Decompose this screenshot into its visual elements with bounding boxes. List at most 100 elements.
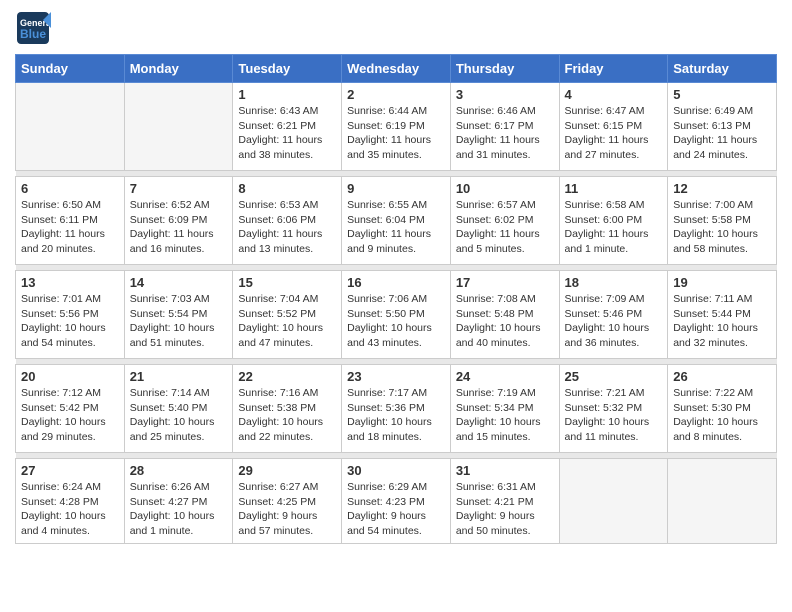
cell-info: Sunrise: 6:57 AM Sunset: 6:02 PM Dayligh… (456, 198, 554, 257)
cell-info: Sunrise: 7:00 AM Sunset: 5:58 PM Dayligh… (673, 198, 771, 257)
calendar-cell: 18 Sunrise: 7:09 AM Sunset: 5:46 PM Dayli… (559, 271, 668, 359)
cell-info: Sunrise: 7:12 AM Sunset: 5:42 PM Dayligh… (21, 386, 119, 445)
cell-info: Sunrise: 7:22 AM Sunset: 5:30 PM Dayligh… (673, 386, 771, 445)
calendar-cell: 3 Sunrise: 6:46 AM Sunset: 6:17 PM Daylig… (450, 83, 559, 171)
cell-info: Sunrise: 6:53 AM Sunset: 6:06 PM Dayligh… (238, 198, 336, 257)
cell-date: 2 (347, 87, 445, 102)
calendar-cell: 16 Sunrise: 7:06 AM Sunset: 5:50 PM Dayli… (342, 271, 451, 359)
cell-info: Sunrise: 7:08 AM Sunset: 5:48 PM Dayligh… (456, 292, 554, 351)
cell-date: 7 (130, 181, 228, 196)
cell-info: Sunrise: 7:17 AM Sunset: 5:36 PM Dayligh… (347, 386, 445, 445)
cell-date: 4 (565, 87, 663, 102)
cell-date: 9 (347, 181, 445, 196)
cell-date: 28 (130, 463, 228, 478)
cell-info: Sunrise: 6:46 AM Sunset: 6:17 PM Dayligh… (456, 104, 554, 163)
cell-date: 8 (238, 181, 336, 196)
calendar-cell: 27 Sunrise: 6:24 AM Sunset: 4:28 PM Dayli… (16, 459, 125, 544)
calendar-cell: 24 Sunrise: 7:19 AM Sunset: 5:34 PM Dayli… (450, 365, 559, 453)
cell-info: Sunrise: 7:01 AM Sunset: 5:56 PM Dayligh… (21, 292, 119, 351)
cell-date: 3 (456, 87, 554, 102)
cell-info: Sunrise: 7:16 AM Sunset: 5:38 PM Dayligh… (238, 386, 336, 445)
calendar-cell: 1 Sunrise: 6:43 AM Sunset: 6:21 PM Daylig… (233, 83, 342, 171)
cell-info: Sunrise: 7:09 AM Sunset: 5:46 PM Dayligh… (565, 292, 663, 351)
calendar-cell: 30 Sunrise: 6:29 AM Sunset: 4:23 PM Dayli… (342, 459, 451, 544)
day-header-tuesday: Tuesday (233, 55, 342, 83)
calendar-cell: 4 Sunrise: 6:47 AM Sunset: 6:15 PM Daylig… (559, 83, 668, 171)
calendar-cell: 25Sunrise: 7:21 AM Sunset: 5:32 PM Dayli… (559, 365, 668, 453)
calendar-cell: 13Sunrise: 7:01 AM Sunset: 5:56 PM Dayli… (16, 271, 125, 359)
cell-date: 11 (565, 181, 663, 196)
cell-date: 10 (456, 181, 554, 196)
calendar-cell (559, 459, 668, 544)
cell-date: 18 (565, 275, 663, 290)
day-header-thursday: Thursday (450, 55, 559, 83)
calendar-table: SundayMondayTuesdayWednesdayThursdayFrid… (15, 54, 777, 544)
cell-date: 30 (347, 463, 445, 478)
cell-info: Sunrise: 7:14 AM Sunset: 5:40 PM Dayligh… (130, 386, 228, 445)
calendar-cell: 28 Sunrise: 6:26 AM Sunset: 4:27 PM Dayli… (124, 459, 233, 544)
calendar-cell: 11 Sunrise: 6:58 AM Sunset: 6:00 PM Dayli… (559, 177, 668, 265)
calendar-cell: 5 Sunrise: 6:49 AM Sunset: 6:13 PM Daylig… (668, 83, 777, 171)
cell-info: Sunrise: 6:55 AM Sunset: 6:04 PM Dayligh… (347, 198, 445, 257)
calendar-cell: 12Sunrise: 7:00 AM Sunset: 5:58 PM Dayli… (668, 177, 777, 265)
cell-date: 19 (673, 275, 771, 290)
calendar-cell: 22 Sunrise: 7:16 AM Sunset: 5:38 PM Dayli… (233, 365, 342, 453)
calendar-cell: 29 Sunrise: 6:27 AM Sunset: 4:25 PM Dayli… (233, 459, 342, 544)
calendar-cell: 8 Sunrise: 6:53 AM Sunset: 6:06 PM Daylig… (233, 177, 342, 265)
day-header-wednesday: Wednesday (342, 55, 451, 83)
cell-info: Sunrise: 6:44 AM Sunset: 6:19 PM Dayligh… (347, 104, 445, 163)
day-header-saturday: Saturday (668, 55, 777, 83)
cell-date: 31 (456, 463, 554, 478)
logo: General Blue (15, 10, 51, 46)
cell-date: 1 (238, 87, 336, 102)
cell-date: 26 (673, 369, 771, 384)
cell-date: 17 (456, 275, 554, 290)
cell-info: Sunrise: 7:19 AM Sunset: 5:34 PM Dayligh… (456, 386, 554, 445)
calendar-cell: 7 Sunrise: 6:52 AM Sunset: 6:09 PM Daylig… (124, 177, 233, 265)
cell-info: Sunrise: 7:21 AM Sunset: 5:32 PM Dayligh… (565, 386, 663, 445)
page-header: General Blue (15, 10, 777, 46)
cell-info: Sunrise: 6:31 AM Sunset: 4:21 PM Dayligh… (456, 480, 554, 539)
calendar-cell: 14 Sunrise: 7:03 AM Sunset: 5:54 PM Dayli… (124, 271, 233, 359)
calendar-cell (668, 459, 777, 544)
cell-info: Sunrise: 7:04 AM Sunset: 5:52 PM Dayligh… (238, 292, 336, 351)
cell-date: 21 (130, 369, 228, 384)
cell-info: Sunrise: 6:47 AM Sunset: 6:15 PM Dayligh… (565, 104, 663, 163)
cell-date: 29 (238, 463, 336, 478)
calendar-cell: 6Sunrise: 6:50 AM Sunset: 6:11 PM Daylig… (16, 177, 125, 265)
calendar-cell: 20 Sunrise: 7:12 AM Sunset: 5:42 PM Dayli… (16, 365, 125, 453)
svg-text:Blue: Blue (20, 27, 46, 41)
cell-date: 27 (21, 463, 119, 478)
calendar-cell: 19 Sunrise: 7:11 AM Sunset: 5:44 PM Dayli… (668, 271, 777, 359)
cell-info: Sunrise: 7:11 AM Sunset: 5:44 PM Dayligh… (673, 292, 771, 351)
calendar-cell: 21 Sunrise: 7:14 AM Sunset: 5:40 PM Dayli… (124, 365, 233, 453)
calendar-cell: 26 Sunrise: 7:22 AM Sunset: 5:30 PM Dayli… (668, 365, 777, 453)
calendar-cell: 15 Sunrise: 7:04 AM Sunset: 5:52 PM Dayli… (233, 271, 342, 359)
cell-info: Sunrise: 7:03 AM Sunset: 5:54 PM Dayligh… (130, 292, 228, 351)
cell-date: 5 (673, 87, 771, 102)
calendar-cell: 10 Sunrise: 6:57 AM Sunset: 6:02 PM Dayli… (450, 177, 559, 265)
cell-date: 23 (347, 369, 445, 384)
cell-date: 20 (21, 369, 119, 384)
calendar-cell: 23 Sunrise: 7:17 AM Sunset: 5:36 PM Dayli… (342, 365, 451, 453)
cell-info: Sunrise: 6:29 AM Sunset: 4:23 PM Dayligh… (347, 480, 445, 539)
cell-info: Sunrise: 6:58 AM Sunset: 6:00 PM Dayligh… (565, 198, 663, 257)
logo-icon: General Blue (15, 10, 51, 46)
cell-info: Sunrise: 6:49 AM Sunset: 6:13 PM Dayligh… (673, 104, 771, 163)
calendar-cell: 31 Sunrise: 6:31 AM Sunset: 4:21 PM Dayli… (450, 459, 559, 544)
cell-date: 22 (238, 369, 336, 384)
cell-date: 16 (347, 275, 445, 290)
cell-date: 24 (456, 369, 554, 384)
cell-date: 6 (21, 181, 119, 196)
day-header-friday: Friday (559, 55, 668, 83)
cell-info: Sunrise: 6:26 AM Sunset: 4:27 PM Dayligh… (130, 480, 228, 539)
calendar-cell: 9 Sunrise: 6:55 AM Sunset: 6:04 PM Daylig… (342, 177, 451, 265)
cell-info: Sunrise: 7:06 AM Sunset: 5:50 PM Dayligh… (347, 292, 445, 351)
calendar-cell (16, 83, 125, 171)
cell-info: Sunrise: 6:27 AM Sunset: 4:25 PM Dayligh… (238, 480, 336, 539)
cell-info: Sunrise: 6:43 AM Sunset: 6:21 PM Dayligh… (238, 104, 336, 163)
cell-info: Sunrise: 6:24 AM Sunset: 4:28 PM Dayligh… (21, 480, 119, 539)
cell-date: 14 (130, 275, 228, 290)
cell-date: 15 (238, 275, 336, 290)
cell-info: Sunrise: 6:52 AM Sunset: 6:09 PM Dayligh… (130, 198, 228, 257)
